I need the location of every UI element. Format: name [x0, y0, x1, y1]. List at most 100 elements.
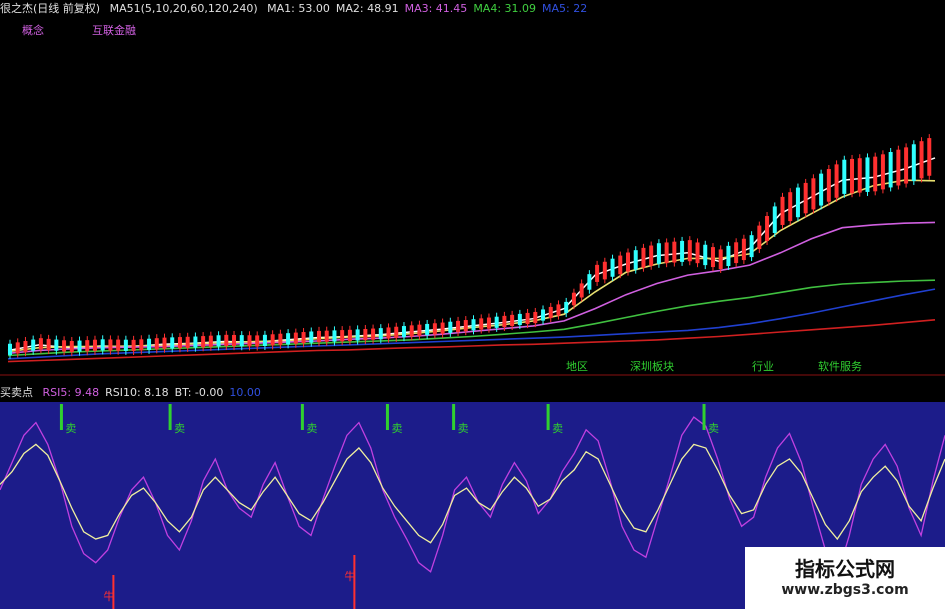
candle-body [247, 335, 252, 347]
candle-body [62, 340, 67, 352]
candle-body [579, 283, 584, 298]
candle-body [896, 149, 901, 186]
candle-body [255, 335, 260, 347]
candle-body [201, 336, 206, 348]
candle-body [626, 252, 630, 272]
candle-body [432, 323, 437, 335]
candle-body [486, 317, 491, 329]
candle-body [641, 247, 646, 268]
sell-marker-label: 卖 [708, 422, 719, 435]
candle-body [927, 138, 932, 176]
candle-body [904, 147, 909, 184]
candle-body [425, 323, 430, 336]
candle-body [31, 339, 36, 351]
tag-industry: 行业 [752, 360, 774, 373]
candle-body [154, 338, 159, 350]
candle-body [177, 337, 182, 349]
candle-body [842, 159, 847, 194]
candle-body [456, 320, 461, 333]
candle-body [340, 330, 345, 342]
candle-body [772, 206, 777, 234]
candle-body [232, 334, 237, 347]
candle-body [363, 328, 368, 341]
candle-body [8, 343, 12, 355]
candle-body [108, 339, 113, 351]
lower-item-2: RSI10: 8.18 [105, 386, 169, 399]
sell-marker-label: 卖 [391, 422, 402, 435]
candle-body [463, 320, 468, 332]
candle-body [479, 318, 484, 330]
candle-body [471, 319, 476, 331]
candle-body [69, 340, 74, 353]
candle-body [324, 330, 329, 342]
candle-body [131, 339, 136, 352]
candle-body [139, 339, 144, 351]
candle-body [587, 274, 592, 290]
candle-body [548, 306, 553, 319]
candle-body [301, 332, 306, 344]
candle-body [710, 247, 715, 268]
candle-body [347, 329, 352, 341]
candle-body [610, 258, 615, 277]
sell-marker-label: 卖 [65, 422, 76, 435]
candle-body [819, 173, 824, 206]
candle-body [780, 196, 785, 225]
candle-body [502, 315, 507, 328]
watermark: 指标公式网 www.zbgs3.com [745, 547, 945, 609]
candle-body [417, 324, 422, 336]
candle-body [46, 338, 51, 351]
candle-body [795, 187, 800, 218]
candle-body [749, 235, 754, 258]
lower-header: 买卖点 RSI5: 9.48 RSI10: 8.18 BT: -0.00 10.00 [0, 384, 273, 402]
candle-body [510, 314, 515, 327]
candle-body [401, 326, 406, 338]
candle-body [788, 192, 793, 222]
candle-body [262, 334, 267, 346]
candle-body [355, 329, 360, 341]
candle-body [371, 328, 376, 340]
candle-body [517, 313, 522, 326]
candle-body [85, 340, 90, 352]
candle-body [633, 250, 638, 270]
tag-board: 深圳板块 [630, 360, 674, 373]
candle-body [15, 342, 20, 354]
ma-values: MA1: 53.00 MA2: 48.91 MA3: 41.45 MA4: 31.09… [267, 2, 593, 15]
candle-body [602, 261, 607, 280]
indicator-name: 很之杰(日线 前复权) [0, 2, 101, 15]
watermark-url: www.zbgs3.com [781, 582, 909, 598]
tag-software: 软件服务 [818, 360, 862, 373]
buy-marker-label: 牛 [103, 589, 114, 603]
candle-body [556, 304, 561, 316]
candle-body [649, 245, 654, 266]
candle-body [293, 332, 298, 344]
candle-body [564, 301, 569, 314]
sell-marker-label: 卖 [458, 422, 469, 435]
lower-title: 买卖点 [0, 386, 33, 399]
candle-body [873, 156, 878, 192]
candle-body [850, 158, 855, 194]
candle-body [695, 242, 700, 264]
ma-value-2: MA2: 48.91 [335, 2, 399, 15]
candle-body [386, 327, 391, 339]
candle-body [116, 339, 121, 351]
candle-body [734, 242, 739, 264]
candle-body [448, 321, 453, 333]
candle-body [494, 316, 499, 328]
chart-canvas: 卖卖卖卖卖卖卖牛牛 [0, 0, 945, 609]
watermark-title: 指标公式网 [795, 557, 895, 581]
candle-body [409, 325, 414, 337]
candle-body [826, 169, 831, 202]
candle-body [919, 141, 924, 179]
candle-body [672, 241, 677, 263]
candle-body [54, 339, 59, 351]
candle-body [803, 182, 808, 214]
candle-body [595, 264, 600, 282]
candle-body [270, 334, 275, 346]
candle-body [880, 154, 885, 190]
candle-body [726, 245, 731, 267]
candle-body [38, 338, 43, 350]
sell-marker-label: 卖 [306, 422, 317, 435]
sell-marker-label: 卖 [552, 422, 563, 435]
candle-body [718, 249, 723, 269]
candle-body [309, 331, 314, 343]
